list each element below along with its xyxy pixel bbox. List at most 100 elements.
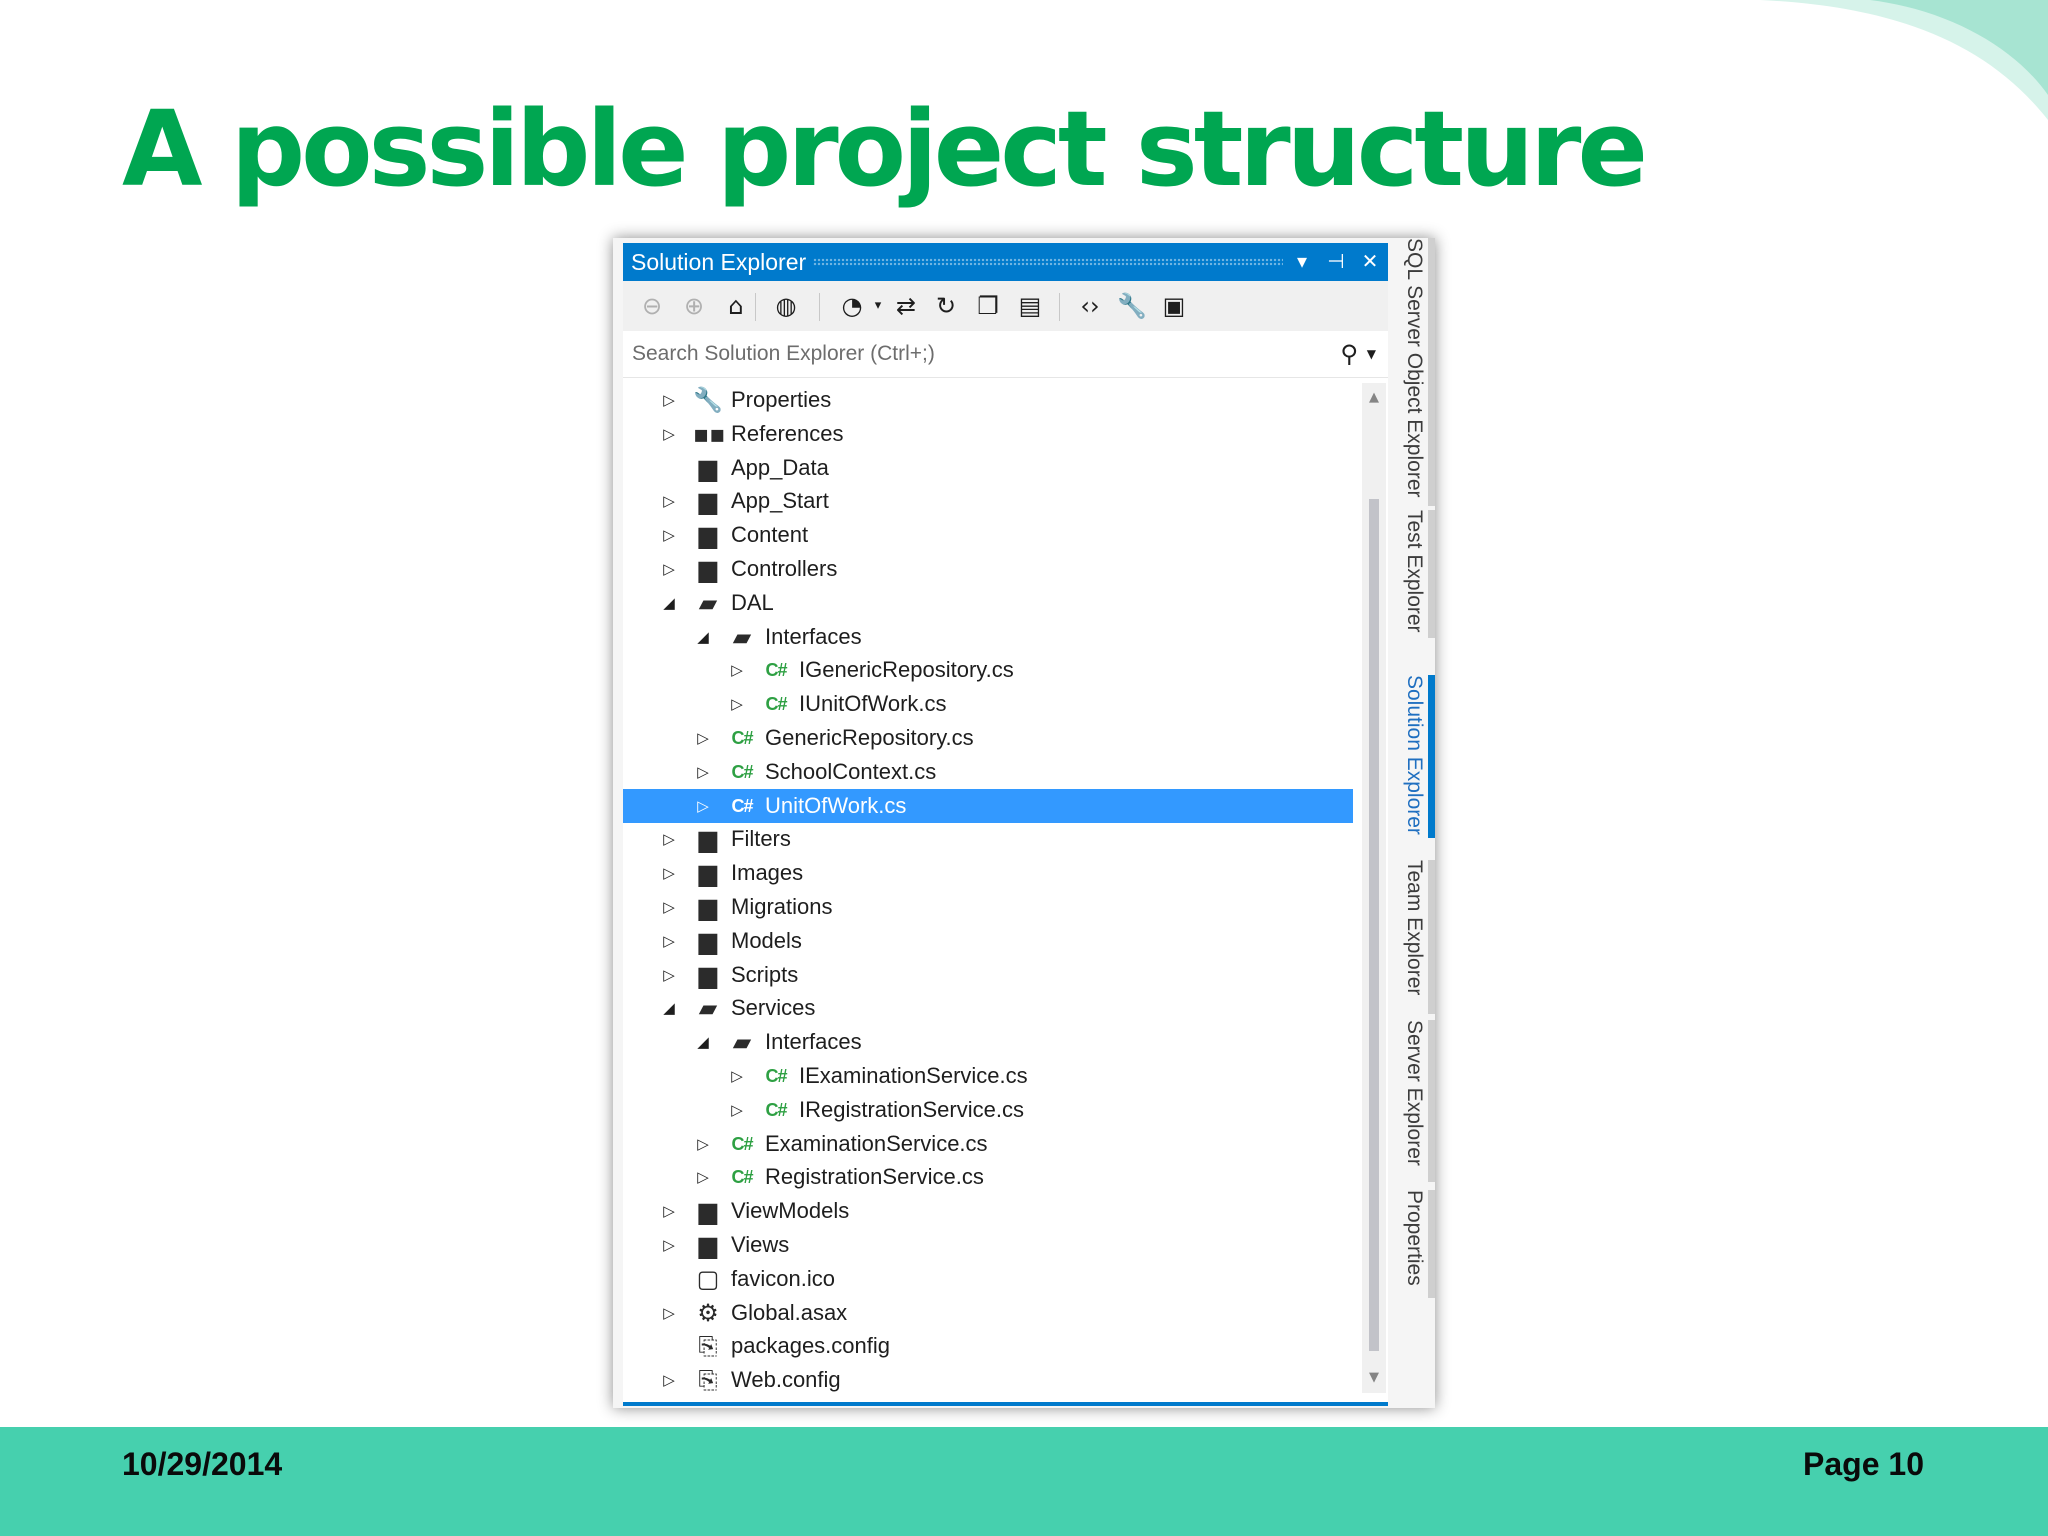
titlebar-grip[interactable] [813,258,1283,266]
tree-item[interactable]: ▷ ▆ Migrations [623,890,1353,924]
expand-arrow-icon[interactable]: ▷ [661,484,677,518]
side-tab-team-explorer[interactable]: Team Explorer [1393,860,1435,1014]
expand-arrow-icon[interactable]: ▷ [661,417,677,451]
properties-icon[interactable]: 🔧 [1115,289,1149,323]
pending-changes-icon[interactable]: ◔ [835,289,869,323]
folder-icon: ▆ [698,961,718,989]
globe-icon[interactable]: ◍ [769,289,803,323]
footer-date: 10/29/2014 [122,1446,283,1482]
expand-arrow-icon[interactable]: ▷ [695,789,711,823]
collapse-arrow-icon[interactable]: ◢ [695,1025,711,1059]
collapse-arrow-icon[interactable]: ◢ [661,991,677,1025]
tree-item[interactable]: ▷ ▆ Models [623,924,1353,958]
back-icon[interactable]: ⊖ [635,289,669,323]
tree-item[interactable]: ▷ C# GenericRepository.cs [623,721,1353,755]
pin-icon[interactable]: ⊣ [1324,246,1348,276]
side-tab-indicator [1428,860,1435,1014]
search-box[interactable]: Search Solution Explorer (Ctrl+;) ⚲ ▼ [623,331,1388,378]
expand-arrow-icon[interactable]: ▷ [661,856,677,890]
vertical-scrollbar[interactable]: ▲ ▼ [1362,383,1386,1393]
tree-item[interactable]: ▷ ⚙ Global.asax [623,1296,1353,1330]
expand-arrow-icon[interactable]: ▷ [661,822,677,856]
expand-arrow-icon[interactable]: ▷ [661,383,677,417]
expand-arrow-icon[interactable]: ▷ [695,1127,711,1161]
tree-item[interactable]: ▷ C# IExaminationService.cs [623,1059,1353,1093]
tree-item-label: Controllers [731,556,838,581]
panel-menu-dropdown-icon[interactable]: ▾ [1290,246,1314,276]
expand-arrow-icon[interactable]: ▷ [661,924,677,958]
expand-arrow-icon[interactable]: ▷ [661,1194,677,1228]
tree-item[interactable]: ▷ C# RegistrationService.cs [623,1160,1353,1194]
tree-item[interactable]: ▷ C# IRegistrationService.cs [623,1093,1353,1127]
scroll-up-icon[interactable]: ▲ [1362,383,1386,413]
expand-arrow-icon[interactable]: ▷ [729,1059,745,1093]
sync-icon[interactable]: ⇄ [889,289,923,323]
show-all-files-icon[interactable]: ▤ [1013,289,1047,323]
collapse-all-icon[interactable]: ❐ [971,289,1005,323]
home-icon[interactable]: ⌂ [719,289,753,323]
preview-icon[interactable]: ▣ [1157,289,1191,323]
tree-item[interactable]: ▷ ▆ App_Start [623,484,1353,518]
side-tab-test-explorer[interactable]: Test Explorer [1393,510,1435,638]
folder-icon: ▆ [698,1231,718,1259]
tree-item-selected[interactable]: ▷ C# UnitOfWork.cs [623,789,1353,823]
expand-arrow-icon[interactable]: ▷ [695,755,711,789]
refresh-icon[interactable]: ↻ [929,289,963,323]
side-tab-sql-server-object-explorer[interactable]: SQL Server Object Explorer [1393,238,1435,506]
expand-arrow-icon[interactable]: ▷ [695,721,711,755]
collapse-arrow-icon[interactable]: ◢ [661,586,677,620]
tree-item[interactable]: ▷ ▆ Controllers [623,552,1353,586]
tree-item-label: ExaminationService.cs [765,1131,988,1156]
expand-arrow-icon[interactable]: ▷ [729,1093,745,1127]
tree-item[interactable]: ◢ ▰ Interfaces [623,1025,1353,1059]
scroll-down-icon[interactable]: ▼ [1362,1363,1386,1393]
search-input[interactable]: Search Solution Explorer (Ctrl+;) [632,339,935,369]
pending-changes-dropdown-icon[interactable]: ▾ [871,289,885,323]
collapse-arrow-icon[interactable]: ◢ [695,620,711,654]
expand-arrow-icon[interactable]: ▷ [661,958,677,992]
side-tab-indicator [1428,510,1435,638]
search-options-dropdown-icon[interactable]: ▼ [1367,343,1376,365]
search-icon[interactable]: ⚲ [1340,339,1358,369]
tree-item[interactable]: ▷ ▆ Views [623,1228,1353,1262]
view-code-icon[interactable]: ‹› [1073,289,1107,323]
tree-item[interactable]: ⎘ packages.config [623,1329,1353,1363]
tree-item[interactable]: ▷ ▆ ViewModels [623,1194,1353,1228]
tree-item[interactable]: ▷ C# SchoolContext.cs [623,755,1353,789]
panel-title: Solution Explorer [631,249,807,275]
tree-item[interactable]: ▷ 🔧 Properties [623,383,1353,417]
expand-arrow-icon[interactable]: ▷ [661,1228,677,1262]
side-tab-server-explorer[interactable]: Server Explorer [1393,1020,1435,1182]
expand-arrow-icon[interactable]: ▷ [661,890,677,924]
expand-arrow-icon[interactable]: ▷ [661,1296,677,1330]
tree-item[interactable]: ▷ C# IUnitOfWork.cs [623,687,1353,721]
expand-arrow-icon[interactable]: ▷ [661,518,677,552]
close-icon[interactable]: ✕ [1358,246,1382,276]
tree-item[interactable]: ▷ ▆ Scripts [623,958,1353,992]
expand-arrow-icon[interactable]: ▷ [729,687,745,721]
tree-item[interactable]: ◢ ▰ Interfaces [623,620,1353,654]
side-tab-solution-explorer[interactable]: Solution Explorer [1393,675,1435,838]
tree-item-label: IUnitOfWork.cs [799,691,947,716]
tree-item[interactable]: ◢ ▰ Services [623,991,1353,1025]
tree-item[interactable]: ▷ ▆ Content [623,518,1353,552]
expand-arrow-icon[interactable]: ▷ [661,552,677,586]
side-tab-properties[interactable]: Properties [1393,1190,1435,1298]
tree-item[interactable]: ▆ App_Data [623,451,1353,485]
tree-item[interactable]: ▢ favicon.ico [623,1262,1353,1296]
tree-item[interactable]: ▷ ▪▪ References [623,417,1353,451]
scrollbar-thumb[interactable] [1369,499,1379,1351]
tree-item[interactable]: ▷ ▆ Filters [623,822,1353,856]
expand-arrow-icon[interactable]: ▷ [661,1363,677,1397]
tree-item[interactable]: ▷ ⎘ Web.config [623,1363,1353,1397]
expand-arrow-icon[interactable]: ▷ [729,653,745,687]
tree-item[interactable]: ◢ ▰ DAL [623,586,1353,620]
tree-item-label: Migrations [731,894,833,919]
tree-item[interactable]: ▷ C# IGenericRepository.cs [623,653,1353,687]
expand-arrow-icon[interactable]: ▷ [695,1160,711,1194]
forward-icon[interactable]: ⊕ [677,289,711,323]
tree-item[interactable]: ▷ ▆ Images [623,856,1353,890]
panel-toolbar: ⊖ ⊕ ⌂ ◍ ◔ ▾ ⇄ ↻ ❐ ▤ ‹› 🔧 ▣ [623,281,1388,331]
tree-item[interactable]: ▷ C# ExaminationService.cs [623,1127,1353,1161]
folder-icon: ▆ [698,893,718,921]
